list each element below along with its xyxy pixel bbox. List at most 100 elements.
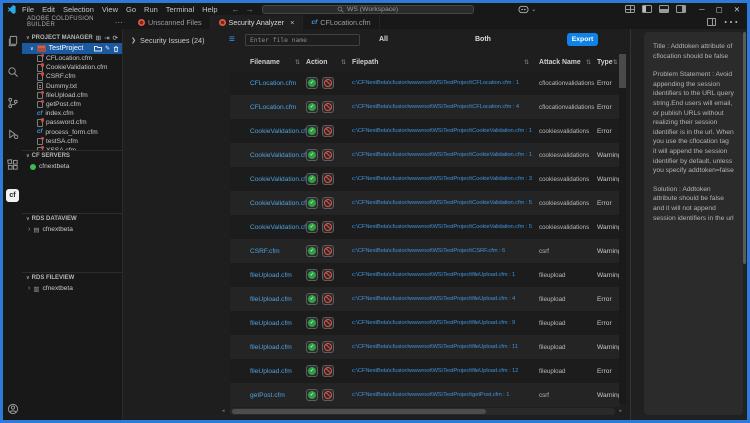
- issue-row[interactable]: CFLocation.cfm✓ c:\CFNextBeta\cfusion\www…: [230, 95, 620, 119]
- tab-unscanned-files[interactable]: Unscanned Files: [130, 15, 211, 29]
- issue-row[interactable]: fileUpload.cfm✓c:\CFNextBeta\cfusion\www…: [230, 311, 620, 335]
- accept-issue-button[interactable]: ✓: [306, 221, 318, 233]
- ignore-issue-button[interactable]: [322, 149, 334, 161]
- project-row[interactable]: ∨ TestProject ✎: [22, 43, 122, 54]
- extensions-icon[interactable]: [6, 158, 19, 171]
- minimize-button[interactable]: ─: [699, 5, 704, 14]
- toggle-secondary-sidebar-icon[interactable]: [676, 5, 686, 13]
- vertical-scrollbar[interactable]: [619, 53, 626, 404]
- coldfusion-extension-icon[interactable]: cf: [6, 189, 19, 202]
- issue-filename[interactable]: CFLocation.cfm: [250, 104, 306, 111]
- scroll-right-icon[interactable]: ▸: [619, 408, 622, 414]
- menu-view[interactable]: View: [102, 5, 118, 14]
- issue-row[interactable]: CookieValidation.cfm✓c:\CFNextBeta\cfusi…: [230, 119, 620, 143]
- menu-selection[interactable]: Selection: [63, 5, 94, 14]
- menu-run[interactable]: Run: [144, 5, 158, 14]
- issue-row[interactable]: CookieValidation.cfm✓ c:\CFNextBeta\cfusi…: [230, 143, 620, 167]
- issue-filepath[interactable]: c:\CFNextBeta\cfusion\wwwroot\WS\TestPro…: [352, 151, 535, 160]
- export-button[interactable]: Export: [567, 33, 598, 46]
- rds-dataview-header[interactable]: ∨ RDS DATAVIEW: [22, 213, 122, 224]
- issue-filepath[interactable]: c:\CFNextBeta\cfusion\wwwroot\WS\TestPro…: [352, 127, 535, 136]
- run-debug-icon[interactable]: [6, 127, 19, 140]
- issue-filename[interactable]: CSRF.cfm: [250, 248, 306, 255]
- split-editor-icon[interactable]: [707, 18, 716, 26]
- accept-issue-button[interactable]: ✓: [306, 365, 318, 377]
- command-center[interactable]: WS (Workspace): [262, 5, 474, 14]
- rds-dataview-item[interactable]: › ▤ cfnextbeta: [22, 224, 122, 235]
- menu-go[interactable]: Go: [126, 5, 136, 14]
- ignore-issue-button[interactable]: [322, 245, 334, 257]
- sort-icon[interactable]: ⇅: [524, 59, 529, 66]
- explorer-icon[interactable]: [6, 34, 19, 47]
- security-issues-header[interactable]: ❯ Security Issues (24): [131, 36, 205, 45]
- issue-filename[interactable]: CFLocation.cfm: [250, 80, 306, 87]
- issue-filepath[interactable]: c:\CFNextBeta\cfusion\wwwroot\WS\TestPro…: [352, 103, 535, 112]
- issue-filepath[interactable]: c:\CFNextBeta\cfusion\wwwroot\WS\TestPro…: [352, 271, 535, 280]
- issue-filename[interactable]: CookieValidation.cfm: [250, 224, 306, 231]
- tree-file-cookievalidation-cfm[interactable]: CookieValidation.cfm: [22, 63, 122, 72]
- column-header-filepath[interactable]: Filepath⇅: [352, 59, 535, 66]
- refresh-icon[interactable]: ⟳: [113, 34, 118, 42]
- issue-filename[interactable]: fileUpload.cfm: [250, 296, 306, 303]
- rename-icon[interactable]: ✎: [105, 45, 110, 52]
- tree-file-password-cfm[interactable]: password.cfm: [22, 118, 122, 127]
- issue-filepath[interactable]: c:\CFNextBeta\cfusion\wwwroot\WS\TestPro…: [352, 319, 535, 328]
- ignore-issue-button[interactable]: [322, 317, 334, 329]
- issue-filepath[interactable]: c:\CFNextBeta\cfusion\wwwroot\WS\TestPro…: [352, 79, 535, 88]
- ignore-issue-button[interactable]: [322, 293, 334, 305]
- issue-filename[interactable]: getPost.cfm: [250, 392, 306, 399]
- toggle-sidebar-icon[interactable]: [642, 5, 652, 13]
- menu-edit[interactable]: Edit: [42, 5, 55, 14]
- accept-issue-button[interactable]: ✓: [306, 269, 318, 281]
- issue-row[interactable]: fileUpload.cfm✓ c:\CFNextBeta\cfusion\www…: [230, 359, 620, 383]
- issue-row[interactable]: CSRF.cfm✓c:\CFNextBeta\cfusion\wwwroot\W…: [230, 239, 620, 263]
- issue-filename[interactable]: CookieValidation.cfm: [250, 176, 306, 183]
- issue-row[interactable]: fileUpload.cfm✓ c:\CFNextBeta\cfusion\www…: [230, 335, 620, 359]
- accept-issue-button[interactable]: ✓: [306, 341, 318, 353]
- forward-icon[interactable]: →: [246, 5, 254, 14]
- issue-filepath[interactable]: c:\CFNextBeta\cfusion\wwwroot\WS\TestPro…: [352, 223, 535, 232]
- ignore-issue-button[interactable]: [322, 101, 334, 113]
- issue-row[interactable]: fileUpload.cfm✓c:\CFNextBeta\cfusion\www…: [230, 263, 620, 287]
- source-control-icon[interactable]: [6, 96, 19, 109]
- issue-filepath[interactable]: c:\CFNextBeta\cfusion\wwwroot\WS\TestPro…: [352, 343, 535, 352]
- ignore-issue-button[interactable]: [322, 365, 334, 377]
- issue-row[interactable]: CookieValidation.cfm✓c:\CFNextBeta\cfusi…: [230, 191, 620, 215]
- ignore-issue-button[interactable]: [322, 269, 334, 281]
- issue-row[interactable]: CookieValidation.cfm✓c:\CFNextBeta\cfusi…: [230, 167, 620, 191]
- accept-issue-button[interactable]: ✓: [306, 101, 318, 113]
- rds-fileview-header[interactable]: ∨ RDS FILEVIEW: [22, 272, 122, 283]
- cf-server-item[interactable]: cfnextbeta: [22, 161, 122, 172]
- tab-cflocation-cfm[interactable]: cfCFLocation.cfm: [303, 15, 379, 29]
- tree-file-getpost-cfm[interactable]: getPost.cfm: [22, 100, 122, 109]
- column-header-filename[interactable]: Filename⇅: [250, 59, 306, 66]
- ignore-issue-button[interactable]: [322, 197, 334, 209]
- sort-icon[interactable]: ⇅: [341, 59, 346, 66]
- accept-issue-button[interactable]: ✓: [306, 149, 318, 161]
- ignore-issue-button[interactable]: [322, 77, 334, 89]
- tree-file-dummy-txt[interactable]: Dummy.txt: [22, 82, 122, 91]
- tree-file-index-cfm[interactable]: cfindex.cfm: [22, 109, 122, 118]
- accept-issue-button[interactable]: ✓: [306, 125, 318, 137]
- issue-filepath[interactable]: c:\CFNextBeta\cfusion\wwwroot\WS\TestPro…: [352, 199, 535, 208]
- sort-icon[interactable]: ⇅: [295, 59, 300, 66]
- details-scrollbar[interactable]: [743, 32, 746, 264]
- issue-filename[interactable]: CookieValidation.cfm: [250, 200, 306, 207]
- issue-filename[interactable]: fileUpload.cfm: [250, 344, 306, 351]
- restore-button[interactable]: ▢: [716, 5, 723, 14]
- accept-issue-button[interactable]: ✓: [306, 77, 318, 89]
- tab-close-icon[interactable]: ×: [290, 18, 294, 27]
- horizontal-scrollbar[interactable]: [230, 408, 615, 415]
- issue-filename[interactable]: CookieValidation.cfm: [250, 152, 306, 159]
- tree-file-fileupload-cfm[interactable]: fileUpload.cfm: [22, 91, 122, 100]
- issue-filepath[interactable]: c:\CFNextBeta\cfusion\wwwroot\WS\TestPro…: [352, 367, 535, 376]
- menu-terminal[interactable]: Terminal: [166, 5, 194, 14]
- tree-file-csrf-cfm[interactable]: CSRF.cfm: [22, 72, 122, 81]
- menu-file[interactable]: File: [22, 5, 34, 14]
- tree-file-cflocation-cfm[interactable]: CFLocation.cfm: [22, 54, 122, 63]
- table-menu-icon[interactable]: ≡: [229, 34, 235, 45]
- column-header-attack-name[interactable]: Attack Name⇅: [539, 59, 597, 66]
- issue-filename[interactable]: fileUpload.cfm: [250, 368, 306, 375]
- accept-issue-button[interactable]: ✓: [306, 173, 318, 185]
- search-icon[interactable]: [6, 65, 19, 78]
